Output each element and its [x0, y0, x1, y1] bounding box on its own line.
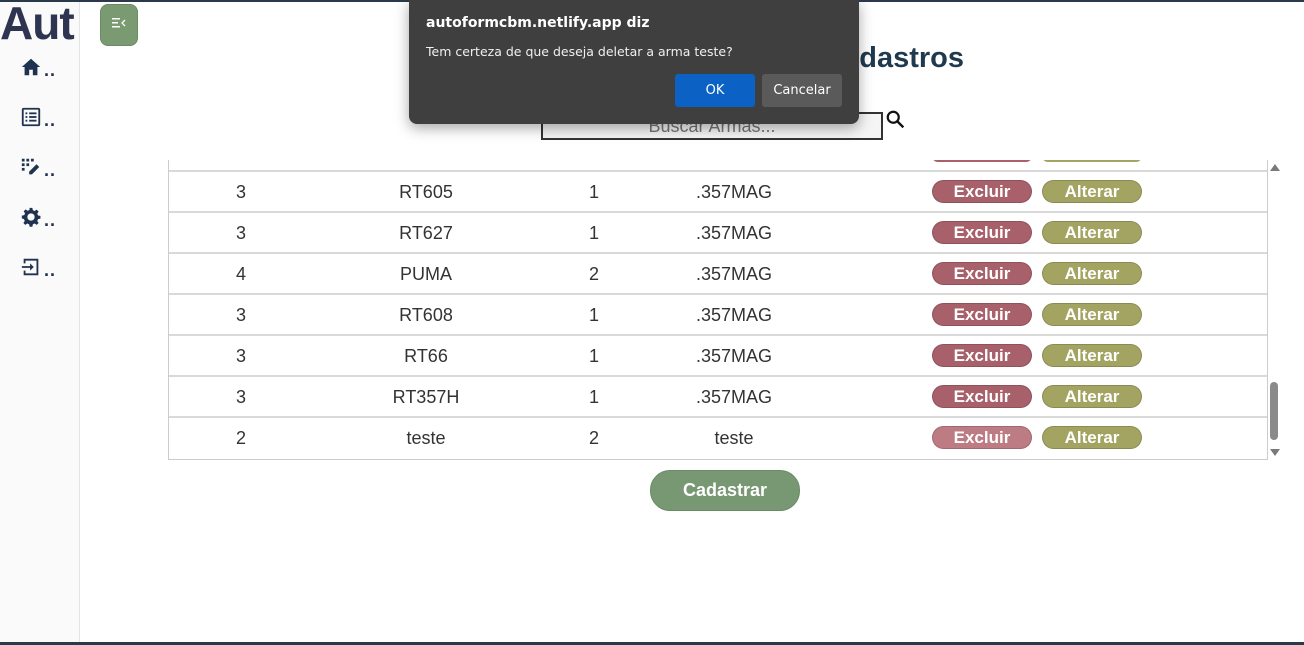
- cell-model: RT627: [399, 223, 453, 243]
- cell-col3: 1: [588, 305, 599, 325]
- register-button[interactable]: Cadastrar: [650, 470, 800, 511]
- cell-col1: 4: [235, 264, 246, 284]
- scroll-down-arrow-icon[interactable]: [1270, 449, 1280, 456]
- sidebar-item-label: ..: [44, 110, 57, 130]
- table-row: 3 RT608 1 .357MAG Excluir Alterar: [169, 295, 1267, 336]
- table-scrollbar[interactable]: [1268, 160, 1282, 460]
- edit-button[interactable]: Alterar: [1042, 426, 1142, 449]
- cell-col1: 2: [235, 428, 246, 448]
- cell-col3: 1: [588, 346, 599, 366]
- cell-col3: 2: [588, 264, 599, 284]
- delete-button[interactable]: Excluir: [932, 385, 1032, 408]
- sidebar-toggle-button[interactable]: [100, 4, 138, 46]
- cell-caliber: teste: [714, 428, 754, 448]
- confirm-dialog: autoformcbm.netlify.app diz Tem certeza …: [409, 0, 859, 124]
- scroll-thumb[interactable]: [1270, 382, 1278, 440]
- cell-col3: 1: [588, 182, 599, 202]
- sidebar-item-settings[interactable]: ..: [20, 206, 68, 236]
- cell-caliber: .357MAG: [695, 387, 773, 407]
- dialog-title: autoformcbm.netlify.app diz: [426, 15, 650, 31]
- edit-button[interactable]: Alterar: [1042, 221, 1142, 244]
- edit-button[interactable]: [1042, 160, 1142, 162]
- dialog-message: Tem certeza de que deseja deletar a arma…: [426, 44, 733, 59]
- edit-button[interactable]: Alterar: [1042, 385, 1142, 408]
- delete-button[interactable]: Excluir: [932, 221, 1032, 244]
- cell-model: RT605: [399, 182, 453, 202]
- delete-button[interactable]: Excluir: [932, 344, 1032, 367]
- table-row: 3 RT357H 1 .357MAG Excluir Alterar: [169, 377, 1267, 418]
- delete-button[interactable]: Excluir: [932, 426, 1032, 449]
- cell-caliber: .357MAG: [695, 223, 773, 243]
- gear-icon: [20, 206, 42, 233]
- sidebar-item-label: ..: [44, 160, 57, 180]
- home-icon: [20, 56, 42, 83]
- cell-model: RT357H: [392, 387, 460, 407]
- cell-model: teste: [406, 428, 446, 448]
- sidebar-item-label: ..: [44, 60, 57, 80]
- table-row: 2 teste 2 teste Excluir Alterar: [169, 418, 1267, 459]
- sidebar-item-edit-list[interactable]: ..: [20, 156, 68, 186]
- cell-caliber: .357MAG: [695, 305, 773, 325]
- table-row: 3 RT66 1 .357MAG Excluir Alterar: [169, 336, 1267, 377]
- list-icon: [20, 106, 42, 133]
- table-row-partial: [169, 160, 1267, 172]
- cell-col3: 1: [588, 223, 599, 243]
- cell-caliber: .357MAG: [695, 264, 773, 284]
- sidebar-item-label: ..: [44, 260, 57, 280]
- sidebar-item-logout[interactable]: ..: [20, 256, 68, 286]
- cell-col3: 1: [588, 387, 599, 407]
- table-row: 3 RT605 1 .357MAG Excluir Alterar: [169, 172, 1267, 213]
- cell-col1: 3: [235, 223, 246, 243]
- table-row: 3 RT627 1 .357MAG Excluir Alterar: [169, 213, 1267, 254]
- cell-model: RT608: [399, 305, 453, 325]
- search-icon[interactable]: [885, 109, 907, 131]
- sidebar-item-list[interactable]: ..: [20, 106, 68, 136]
- delete-button[interactable]: Excluir: [932, 180, 1032, 203]
- weapons-table: 3 RT605 1 .357MAG Excluir Alterar 3 RT62…: [168, 160, 1268, 460]
- table-row: 4 PUMA 2 .357MAG Excluir Alterar: [169, 254, 1267, 295]
- cell-model: RT66: [404, 346, 448, 366]
- sidebar: Aut .. .. .. .. ..: [0, 0, 80, 642]
- cell-caliber: .357MAG: [695, 346, 773, 366]
- cell-col1: 3: [235, 182, 246, 202]
- cancel-button[interactable]: Cancelar: [762, 74, 842, 107]
- delete-button[interactable]: Excluir: [932, 262, 1032, 285]
- delete-button[interactable]: [932, 160, 1032, 162]
- scroll-up-arrow-icon[interactable]: [1270, 164, 1280, 171]
- sidebar-item-home[interactable]: ..: [20, 56, 68, 86]
- sidebar-item-label: ..: [44, 210, 57, 230]
- cell-caliber: .357MAG: [695, 182, 773, 202]
- collapse-menu-icon: [112, 16, 126, 34]
- edit-button[interactable]: Alterar: [1042, 303, 1142, 326]
- delete-button[interactable]: Excluir: [932, 303, 1032, 326]
- edit-list-icon: [20, 156, 42, 183]
- cell-col1: 3: [235, 346, 246, 366]
- cell-model: PUMA: [399, 264, 452, 284]
- cell-col3: 2: [588, 428, 599, 448]
- logout-icon: [20, 256, 42, 283]
- edit-button[interactable]: Alterar: [1042, 180, 1142, 203]
- cell-col1: 3: [235, 305, 246, 325]
- edit-button[interactable]: Alterar: [1042, 344, 1142, 367]
- ok-button[interactable]: OK: [675, 74, 755, 107]
- edit-button[interactable]: Alterar: [1042, 262, 1142, 285]
- cell-col1: 3: [235, 387, 246, 407]
- brand-logo-text: Aut: [0, 0, 75, 49]
